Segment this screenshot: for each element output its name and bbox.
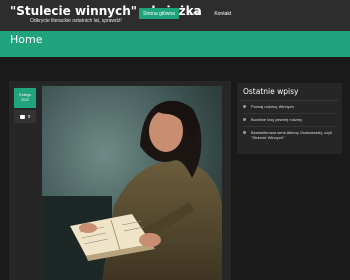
comments-link[interactable]: 0 [14, 110, 36, 123]
recent-post-item[interactable]: Poznaj rodzinę Winnych [243, 104, 338, 109]
nav-item-about[interactable]: O nas [184, 8, 205, 19]
post-date-year: 2022 [21, 98, 29, 102]
page-title-bar [0, 31, 350, 57]
recent-post-item[interactable]: Bestsellerowa seria Ałbeny Grabowskiej, … [243, 130, 338, 140]
bullet-icon [243, 118, 246, 121]
bullet-icon [243, 105, 246, 108]
nav-item-home[interactable]: Strona główna [139, 8, 179, 19]
page-title: Home [10, 33, 43, 46]
widget-title: Ostatnie wpisy [243, 87, 299, 96]
recent-posts-widget: Ostatnie wpisy Poznaj rodzinę Winnych Bu… [237, 83, 342, 154]
post-featured-image [42, 86, 222, 280]
bullet-icon [243, 131, 246, 134]
site-description: Odkrycie literackie ostatnich lat, spraw… [30, 18, 122, 24]
item-divider [243, 126, 336, 127]
comment-count: 0 [27, 114, 31, 119]
post-meta: 9 lutego 2022 0 [14, 88, 36, 123]
main-navigation: Strona główna O nas Kontakt [139, 8, 240, 19]
post-date-badge[interactable]: 9 lutego 2022 [14, 88, 36, 108]
comment-icon [19, 114, 25, 119]
item-divider [243, 113, 336, 114]
recent-post-item[interactable]: Burzliwe losy pewnej rodziny [243, 117, 338, 122]
widget-divider [240, 100, 339, 101]
woman-reading-book-photo[interactable] [42, 86, 222, 280]
nav-item-contact[interactable]: Kontakt [210, 8, 235, 19]
